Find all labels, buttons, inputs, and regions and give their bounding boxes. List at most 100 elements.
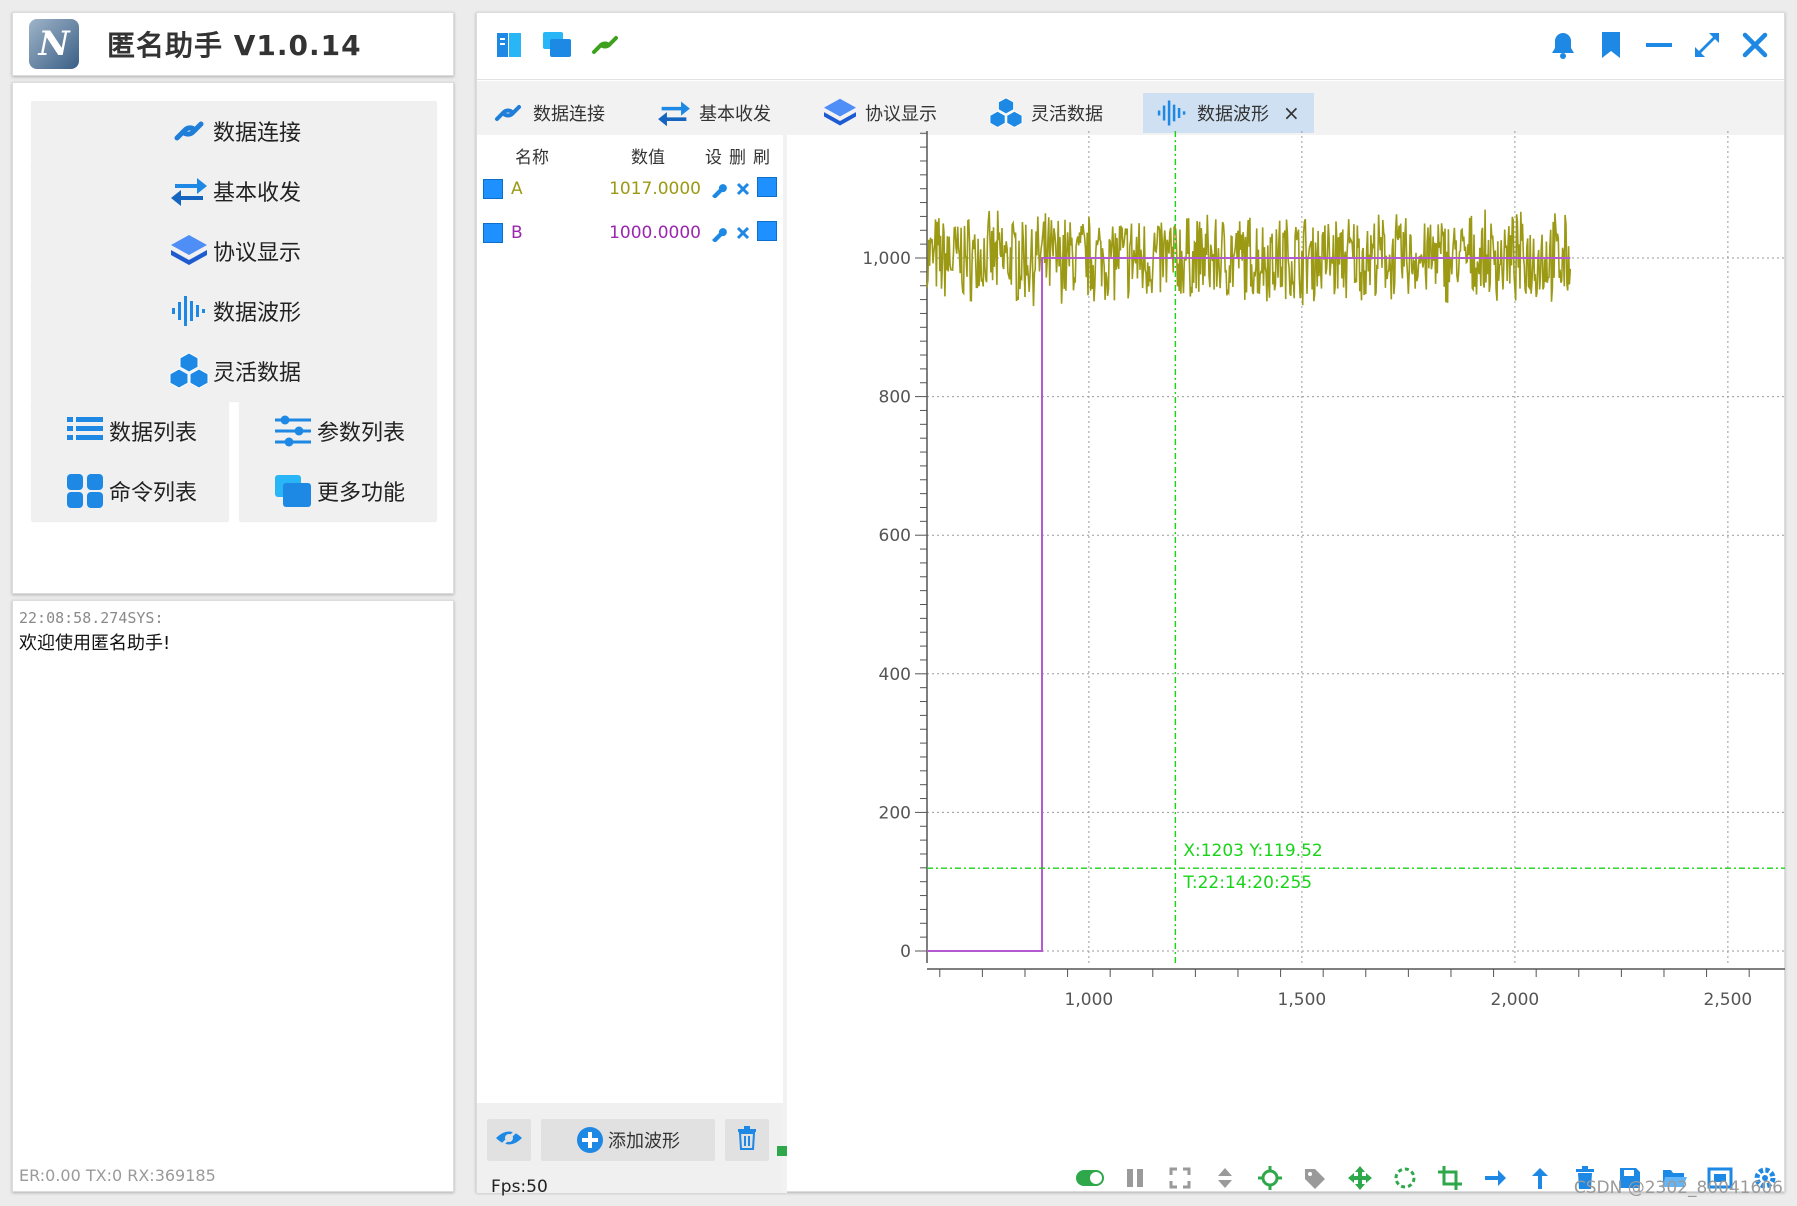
tab-label: 数据连接	[533, 104, 605, 125]
plus-circle-icon	[576, 1126, 604, 1154]
nav-param-list-button[interactable]: 参数列表	[239, 401, 437, 461]
app-title-bar: N 匿名助手 V1.0.14	[12, 12, 454, 76]
y-tick-label: 600	[879, 526, 911, 546]
waveform-panel: 数据连接 基本收发 协议显示 灵活数据 数据波形 × 名称 数值 设 删 刷 A…	[476, 12, 1785, 1197]
windows-icon[interactable]	[539, 27, 575, 63]
arrow-right-icon[interactable]	[1472, 1163, 1517, 1193]
tab-protocol-display[interactable]: 协议显示	[821, 93, 937, 133]
watermark-text: CSDN @2302_80041606	[1573, 1178, 1783, 1198]
refresh-checkbox[interactable]	[757, 221, 777, 241]
waveform-row[interactable]: B 1000.0000	[477, 215, 783, 255]
arrow-up-icon[interactable]	[1517, 1163, 1562, 1193]
x-tick-label: 1,500	[1278, 990, 1327, 1010]
log-panel[interactable]: 22:08:58.274SYS: 欢迎使用匿名助手! ER:0.00 TX:0 …	[12, 600, 454, 1192]
nav-flexible-data-button[interactable]: 灵活数据	[31, 341, 437, 401]
tab-data-waveform[interactable]: 数据波形 ×	[1143, 93, 1314, 133]
waveform-value: 1000.0000	[609, 223, 701, 243]
delete-x-icon[interactable]	[733, 223, 753, 243]
nav-command-list-button[interactable]: 命令列表	[31, 461, 229, 521]
trash-icon	[737, 1125, 757, 1155]
nav-basic-txrx-button[interactable]: 基本收发	[31, 161, 437, 221]
delete-x-icon[interactable]	[733, 179, 753, 199]
y-tick-label: 400	[879, 665, 911, 685]
nav-label: 更多功能	[316, 481, 405, 506]
tab-bar: 数据连接 基本收发 协议显示 灵活数据 数据波形 ×	[477, 81, 1784, 135]
y-tick-label: 200	[879, 803, 911, 823]
refresh-checkbox[interactable]	[757, 177, 777, 197]
link-icon	[167, 111, 211, 151]
delete-waveform-button[interactable]	[725, 1119, 769, 1161]
tags-icon[interactable]	[1292, 1163, 1337, 1193]
tab-label: 数据波形	[1197, 104, 1269, 125]
visibility-checkbox[interactable]	[483, 223, 503, 243]
tab-label: 灵活数据	[1031, 104, 1103, 125]
toolbar-divider	[477, 79, 1784, 80]
nav-data-list-button[interactable]: 数据列表	[31, 401, 229, 461]
crop-icon[interactable]	[1427, 1163, 1472, 1193]
tab-data-connect[interactable]: 数据连接	[489, 93, 605, 133]
waveform-icon	[167, 291, 211, 331]
minimize-icon[interactable]	[1639, 25, 1679, 65]
tab-label: 基本收发	[699, 104, 771, 125]
vertical-fit-icon[interactable]	[1202, 1163, 1247, 1193]
nav-label: 数据列表	[108, 421, 197, 446]
y-tick-label: 800	[879, 388, 911, 408]
swap-icon	[655, 97, 693, 129]
book-icon[interactable]	[491, 27, 527, 63]
nav-label: 基本收发	[212, 181, 301, 206]
pause-icon[interactable]	[1112, 1163, 1157, 1193]
tab-basic-txrx[interactable]: 基本收发	[655, 93, 771, 133]
nav-data-connect-button[interactable]: 数据连接	[31, 101, 437, 161]
eye-off-icon	[494, 1127, 524, 1154]
visibility-checkbox[interactable]	[483, 179, 503, 199]
nav-data-waveform-button[interactable]: 数据波形	[31, 281, 437, 341]
select-region-icon[interactable]	[1382, 1163, 1427, 1193]
col-header-refresh: 刷	[753, 148, 770, 168]
close-icon[interactable]	[1735, 25, 1775, 65]
link-icon[interactable]	[587, 27, 623, 63]
cubes-icon	[987, 97, 1025, 129]
layers-icon	[821, 97, 859, 129]
move-icon[interactable]	[1337, 1163, 1382, 1193]
bookmark-icon[interactable]	[1591, 25, 1631, 65]
crosshair-icon[interactable]	[1247, 1163, 1292, 1193]
nav-label: 命令列表	[108, 481, 197, 506]
tab-flexible-data[interactable]: 灵活数据	[987, 93, 1103, 133]
nav-protocol-display-button[interactable]: 协议显示	[31, 221, 437, 281]
waveform-row[interactable]: A 1017.0000	[477, 171, 783, 211]
tab-label: 协议显示	[865, 104, 937, 125]
legend-swatch	[777, 1146, 787, 1156]
waveform-name: A	[511, 179, 523, 199]
main-nav: 数据连接 基本收发 协议显示 数据波形 灵活数据 数据列表 参数列表 命令列表 …	[12, 82, 454, 594]
col-header-delete: 删	[729, 148, 746, 168]
x-tick-label: 2,000	[1491, 990, 1540, 1010]
y-tick-label: 1,000	[862, 249, 911, 269]
app-logo: N	[29, 19, 79, 69]
windows-icon	[271, 471, 315, 511]
bell-icon[interactable]	[1543, 25, 1583, 65]
wrench-icon[interactable]	[709, 223, 729, 243]
fit-all-icon[interactable]	[1157, 1163, 1202, 1193]
waveform-value: 1017.0000	[609, 179, 701, 199]
x-tick-label: 2,500	[1704, 990, 1753, 1010]
tab-close-icon[interactable]: ×	[1283, 101, 1300, 125]
y-tick-label: 0	[900, 942, 911, 962]
nav-label: 参数列表	[316, 421, 405, 446]
status-counters: ER:0.00 TX:0 RX:369185	[19, 1166, 216, 1185]
log-message: 欢迎使用匿名助手!	[19, 633, 171, 654]
link-icon	[489, 97, 527, 129]
logo-letter: N	[38, 24, 70, 64]
maximize-icon[interactable]	[1687, 25, 1727, 65]
nav-more-functions-button[interactable]: 更多功能	[239, 461, 437, 521]
toggle-icon[interactable]	[1067, 1163, 1112, 1193]
col-header-name: 名称	[515, 148, 549, 168]
add-waveform-button[interactable]: 添加波形	[541, 1119, 715, 1161]
waveform-chart[interactable]: 0 200 400 600 800 1,000 1,000 1,500 2,000 2,500 X:…	[777, 131, 1785, 1161]
col-header-value: 数值	[631, 148, 665, 168]
nav-label: 数据波形	[212, 301, 301, 326]
layers-icon	[167, 231, 211, 271]
log-timestamp: 22:08:58.274SYS:	[19, 609, 164, 627]
wrench-icon[interactable]	[709, 179, 729, 199]
x-tick-label: 1,000	[1065, 990, 1114, 1010]
toggle-visibility-button[interactable]	[487, 1119, 531, 1161]
